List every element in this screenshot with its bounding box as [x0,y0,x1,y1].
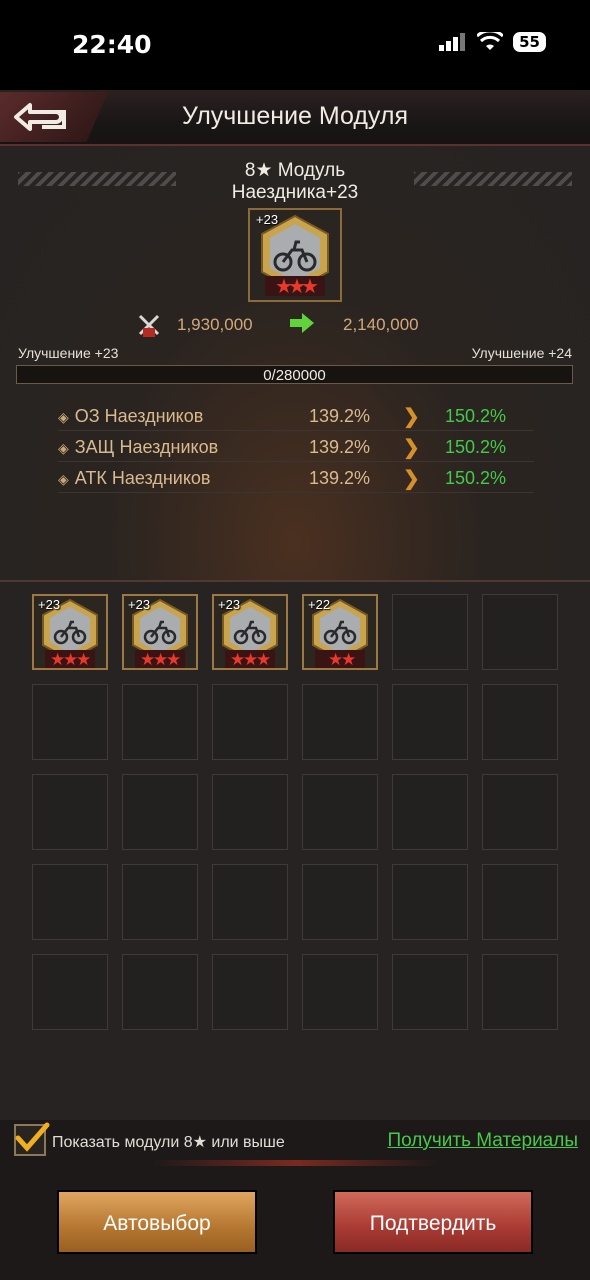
material-slot-empty[interactable] [302,954,378,1030]
checkmark-icon [15,1122,50,1152]
diamond-bullet-icon: ◈ [58,440,69,456]
stat-current: 139.2% [309,468,371,488]
footer: Показать модули 8★ или выше Получить Мат… [0,1120,590,1280]
material-slot-empty[interactable] [302,774,378,850]
stat-current: 139.2% [309,406,371,426]
material-slot-filled[interactable]: ★ ★ ★ +23 [212,594,288,670]
header: Улучшение Модуля [0,90,590,146]
material-slot-filled[interactable]: ★ ★ +22 [302,594,378,670]
material-slot-empty[interactable] [302,684,378,760]
material-slot-empty[interactable] [122,684,198,760]
status-bar: 22:40 55 [0,0,590,90]
confirm-button[interactable]: Подтвердить [333,1190,533,1254]
material-slot-filled[interactable]: ★ ★ ★ +23 [122,594,198,670]
upgrade-next-label: Улучшение +24 [471,345,572,361]
svg-text:★: ★ [166,650,181,668]
diamond-bullet-icon: ◈ [58,471,69,487]
upgrade-progress-bar: 0/280000 [16,365,573,384]
material-slot-empty[interactable] [482,594,558,670]
signal-icon [439,33,466,51]
power-next: 2,140,000 [343,315,419,334]
material-grid: ★ ★ ★ +23 ★ ★ ★ +23 ★ ★ ★ +23 ★ ★ +22 [32,594,562,1030]
stat-row: ◈ ЗАЩ Наездников 139.2% ❯ 150.2% [58,431,534,462]
chevron-right-icon: ❯ [403,437,420,459]
material-slot-empty[interactable] [212,954,288,1030]
progress-text: 0/280000 [263,367,326,384]
stat-row: ◈ ОЗ Наездников 139.2% ❯ 150.2% [58,400,534,431]
page-title: Улучшение Модуля [181,102,409,130]
module-info-panel: 8★ Модуль Наездника+23 ★ ★ ★ +23 1,930,0… [0,146,590,586]
divider [150,1160,440,1166]
svg-text:★: ★ [341,650,356,668]
wifi-icon [477,32,504,50]
upgrade-current-label: Улучшение +23 [18,345,119,361]
material-slot-empty[interactable] [122,864,198,940]
material-slot-empty[interactable] [482,774,558,850]
material-slot-empty[interactable] [302,864,378,940]
stats-table: ◈ ОЗ Наездников 139.2% ❯ 150.2% ◈ ЗАЩ Наез… [58,400,534,493]
material-slot-empty[interactable] [212,684,288,760]
auto-select-button[interactable]: Автовыбор [57,1190,257,1254]
material-slot-empty[interactable] [392,594,468,670]
material-slot-empty[interactable] [212,864,288,940]
item-level-badge: +23 [38,597,61,612]
svg-text:★: ★ [256,650,271,668]
svg-text:★: ★ [301,276,319,298]
arrow-right-icon [290,313,314,333]
selected-module-icon[interactable]: ★ ★ ★ +23 [248,208,342,302]
show-modules-label: Показать модули 8★ или выше [52,1134,285,1151]
material-slot-empty[interactable] [32,864,108,940]
material-slot-empty[interactable] [32,774,108,850]
clock: 22:40 [72,30,152,59]
item-level-badge: +22 [308,597,331,612]
module-name: 8★ Модуль Наездника+23 [0,160,590,204]
stat-current: 139.2% [309,437,371,457]
stat-name: ЗАЩ Наездников [74,437,219,457]
chevron-right-icon: ❯ [403,468,420,490]
stat-next: 150.2% [445,468,507,488]
stat-row: ◈ АТК Наездников 139.2% ❯ 150.2% [58,462,534,493]
chevron-right-icon: ❯ [403,406,420,428]
material-slot-empty[interactable] [392,774,468,850]
material-slot-empty[interactable] [122,774,198,850]
material-slot-empty[interactable] [392,684,468,760]
stat-next: 150.2% [445,437,507,457]
show-modules-checkbox[interactable] [14,1122,50,1156]
material-slot-empty[interactable] [212,774,288,850]
material-slot-empty[interactable] [392,864,468,940]
module-level-badge: +23 [256,212,279,227]
module-name-line2: Наездника+23 [231,182,359,203]
stat-name: ОЗ Наездников [74,406,204,426]
material-slot-empty[interactable] [482,864,558,940]
material-slot-empty[interactable] [122,954,198,1030]
material-slot-empty[interactable] [482,684,558,760]
power-current: 1,930,000 [177,315,253,334]
stat-next: 150.2% [445,406,507,426]
material-slot-filled[interactable]: ★ ★ ★ +23 [32,594,108,670]
power-icon [136,312,162,344]
power-row: 1,930,000 2,140,000 [0,308,590,338]
get-materials-link[interactable]: Получить Материалы [387,1130,578,1152]
stat-name: АТК Наездников [74,468,211,488]
material-grid-panel: ★ ★ ★ +23 ★ ★ ★ +23 ★ ★ ★ +23 ★ ★ +22 [0,580,590,1120]
module-name-line1: 8★ Модуль [244,160,346,181]
item-level-badge: +23 [218,597,241,612]
material-slot-empty[interactable] [392,954,468,1030]
status-icons: 55 [439,32,546,52]
material-slot-empty[interactable] [32,954,108,1030]
diamond-bullet-icon: ◈ [58,409,69,425]
svg-text:★: ★ [76,650,91,668]
material-slot-empty[interactable] [482,954,558,1030]
item-level-badge: +23 [128,597,151,612]
material-slot-empty[interactable] [32,684,108,760]
battery-indicator: 55 [513,32,546,52]
